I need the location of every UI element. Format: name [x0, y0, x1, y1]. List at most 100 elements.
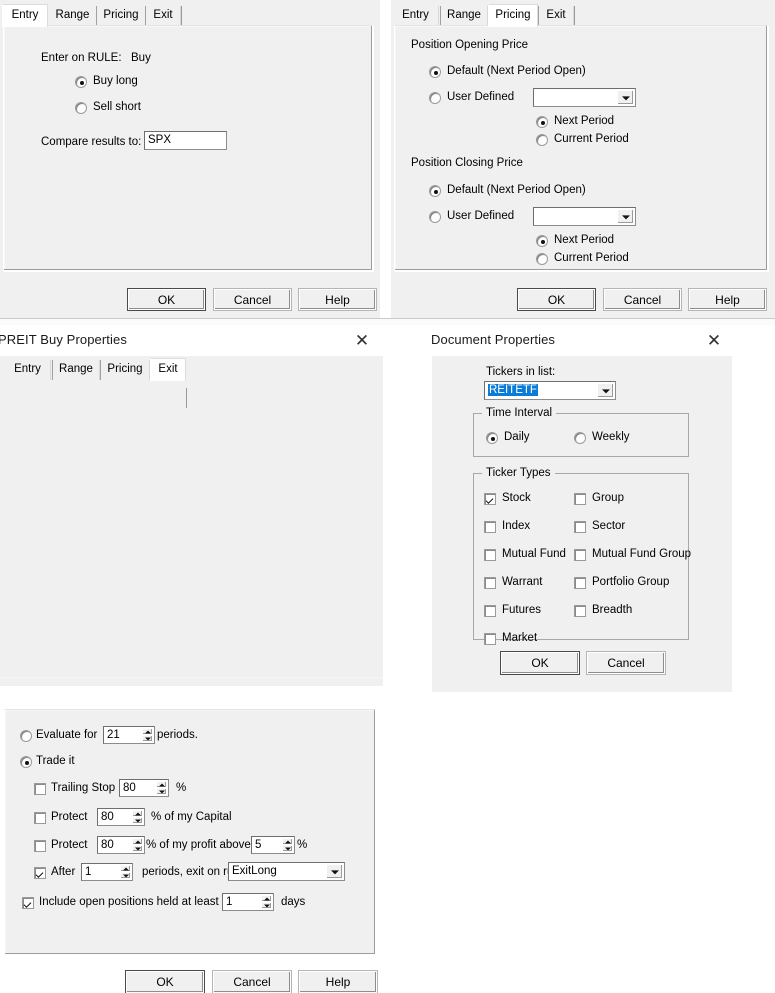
spinner-arrows[interactable]	[261, 895, 272, 909]
checkbox-portfolio-group[interactable]	[574, 577, 586, 589]
tab-pricing[interactable]: Pricing	[96, 6, 146, 26]
radio-opening-default[interactable]	[429, 66, 441, 78]
chevron-down-icon[interactable]	[326, 864, 343, 879]
pricing-help-button[interactable]: Help	[689, 289, 766, 310]
compare-results-input[interactable]: SPX	[144, 131, 227, 150]
radio-trade-it[interactable]	[20, 756, 32, 768]
checkbox-trailing-stop[interactable]	[34, 783, 46, 795]
exit-ok-button[interactable]: OK	[126, 971, 204, 993]
tickers-in-list-combo[interactable]: REITETF	[484, 381, 616, 400]
radio-closing-user-defined-label: User Defined	[447, 210, 515, 222]
checkbox-warrant-label: Warrant	[502, 576, 543, 588]
document-title: Document Properties	[431, 332, 556, 347]
checkbox-protect-profit[interactable]	[34, 840, 46, 852]
radio-evaluate-for[interactable]	[20, 730, 32, 742]
tab-pricing[interactable]: Pricing	[100, 360, 150, 380]
chevron-down-icon[interactable]	[617, 90, 634, 105]
protect-capital-stepper[interactable]: 80	[97, 808, 145, 826]
spinner-arrows[interactable]	[120, 865, 131, 879]
checkbox-group[interactable]	[574, 493, 586, 505]
pricing-ok-button[interactable]: OK	[518, 289, 595, 310]
radio-interval-weekly[interactable]	[574, 432, 586, 444]
checkbox-mutual-fund[interactable]	[484, 549, 496, 561]
exit-help-button[interactable]: Help	[299, 971, 377, 993]
tabstrip-end-divider	[181, 6, 182, 26]
background-left-fill	[383, 326, 422, 692]
entry-ok-button[interactable]: OK	[128, 289, 205, 310]
protect-profit-above-stepper[interactable]: 5	[251, 836, 295, 854]
close-icon[interactable]: ✕	[349, 330, 375, 352]
checkbox-breadth[interactable]	[574, 605, 586, 617]
protect-profit-above-value: 5	[255, 839, 262, 851]
tab-exit[interactable]: Exit	[538, 6, 574, 26]
checkbox-market[interactable]	[484, 633, 496, 645]
background-right-fill	[732, 326, 775, 692]
after-periods-stepper[interactable]: 1	[81, 863, 133, 881]
trailing-stop-stepper[interactable]: 80	[119, 779, 169, 797]
evaluate-periods-suffix: periods.	[157, 729, 198, 741]
checkbox-protect-capital[interactable]	[34, 812, 46, 824]
position-opening-price-label: Position Opening Price	[411, 39, 528, 51]
radio-sell-short-label: Sell short	[93, 101, 141, 113]
spinner-arrows[interactable]	[132, 838, 143, 852]
tab-range[interactable]: Range	[49, 6, 97, 26]
checkbox-futures-label: Futures	[502, 604, 541, 616]
tab-entry[interactable]: Entry	[393, 6, 439, 26]
closing-price-combo[interactable]	[533, 207, 636, 226]
radio-opening-current-period[interactable]	[536, 134, 548, 146]
radio-opening-default-label: Default (Next Period Open)	[447, 65, 586, 77]
exit-cancel-button[interactable]: Cancel	[213, 971, 291, 993]
tab-entry[interactable]: Entry	[2, 4, 48, 27]
after-label: After	[51, 866, 76, 878]
pricing-cancel-button[interactable]: Cancel	[604, 289, 681, 310]
document-cancel-button[interactable]: Cancel	[587, 652, 665, 674]
radio-closing-default[interactable]	[429, 185, 441, 197]
exit-rule-combo[interactable]: ExitLong	[228, 862, 345, 881]
radio-closing-current-period[interactable]	[536, 253, 548, 265]
close-icon[interactable]: ✕	[701, 330, 727, 352]
spinner-arrows[interactable]	[156, 781, 167, 795]
compare-results-value: SPX	[148, 134, 172, 146]
radio-interval-daily[interactable]	[486, 432, 498, 444]
tab-range[interactable]: Range	[52, 360, 100, 380]
checkbox-mutual-fund-group[interactable]	[574, 549, 586, 561]
radio-closing-user-defined[interactable]	[429, 211, 441, 223]
spinner-arrows[interactable]	[142, 728, 153, 742]
radio-opening-user-defined[interactable]	[429, 92, 441, 104]
tab-exit[interactable]: Exit	[150, 358, 186, 381]
chevron-down-icon[interactable]	[617, 209, 634, 224]
entry-cancel-button[interactable]: Cancel	[214, 289, 291, 310]
document-properties-dialog: Document Properties ✕ Tickers in list: R…	[422, 326, 732, 692]
checkbox-warrant[interactable]	[484, 577, 496, 589]
evaluate-periods-value: 21	[107, 729, 120, 741]
entry-help-button[interactable]: Help	[299, 289, 376, 310]
tab-range[interactable]: Range	[440, 6, 488, 26]
checkbox-portfolio-group-label: Portfolio Group	[592, 576, 670, 588]
radio-sell-short[interactable]	[75, 102, 87, 114]
protect-profit-stepper[interactable]: 80	[97, 836, 145, 854]
include-days-stepper[interactable]: 1	[222, 893, 274, 911]
document-ok-button[interactable]: OK	[501, 652, 579, 674]
evaluate-periods-stepper[interactable]: 21	[103, 726, 155, 744]
tickers-in-list-label: Tickers in list:	[486, 366, 556, 378]
tabstrip-end-divider	[186, 388, 187, 408]
checkbox-sector[interactable]	[574, 521, 586, 533]
exit-tabstrip: Entry Range Pricing Exit	[0, 358, 383, 408]
radio-closing-next-period[interactable]	[536, 235, 548, 247]
checkbox-index[interactable]	[484, 521, 496, 533]
checkbox-include-open-positions[interactable]	[22, 897, 34, 909]
tab-entry[interactable]: Entry	[5, 360, 51, 380]
tab-exit[interactable]: Exit	[145, 6, 181, 26]
tickers-in-list-value: REITETF	[488, 384, 538, 396]
checkbox-stock[interactable]	[484, 493, 496, 505]
chevron-down-icon[interactable]	[597, 383, 614, 398]
spinner-arrows[interactable]	[282, 838, 293, 852]
tab-pricing[interactable]: Pricing	[488, 4, 538, 27]
radio-buy-long[interactable]	[75, 76, 87, 88]
opening-price-combo[interactable]	[533, 88, 636, 107]
spinner-arrows[interactable]	[132, 810, 143, 824]
checkbox-futures[interactable]	[484, 605, 496, 617]
checkbox-after-periods[interactable]	[34, 867, 46, 879]
include-open-positions-label: Include open positions held at least	[39, 896, 219, 908]
radio-opening-next-period[interactable]	[536, 116, 548, 128]
